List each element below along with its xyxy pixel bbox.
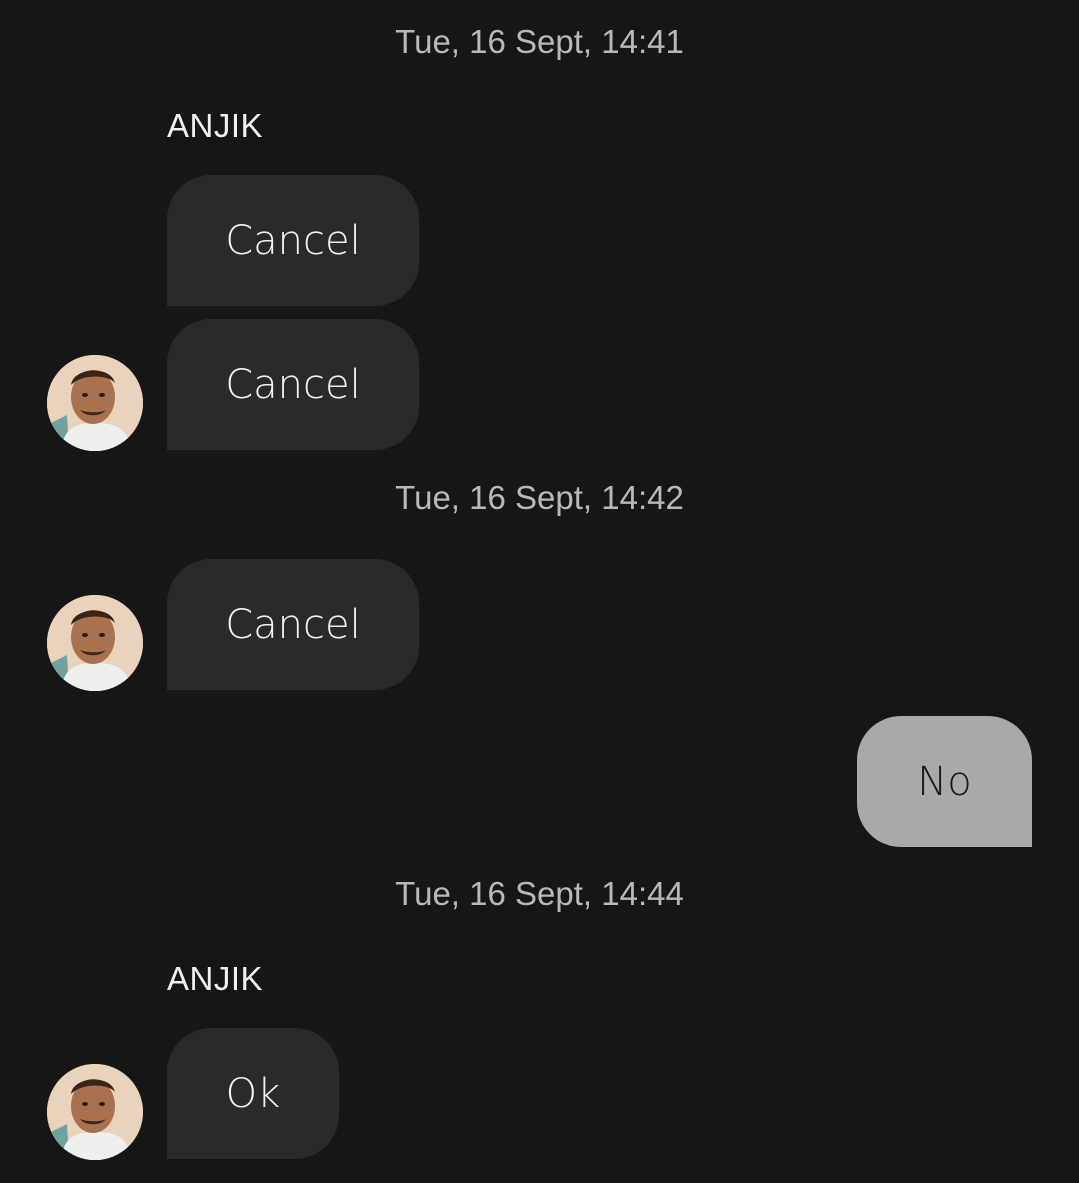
avatar-photo-icon bbox=[47, 1064, 143, 1160]
timestamp: Tue, 16 Sept, 14:41 bbox=[395, 23, 684, 60]
avatar-photo-icon bbox=[47, 595, 143, 691]
incoming-message-bubble[interactable]: Cancel bbox=[167, 559, 419, 690]
avatar-photo-icon bbox=[47, 355, 143, 451]
timestamp: Tue, 16 Sept, 14:42 bbox=[395, 479, 684, 516]
incoming-message-bubble[interactable]: Ok bbox=[167, 1028, 339, 1159]
contact-avatar[interactable] bbox=[47, 595, 143, 691]
outgoing-message-bubble[interactable]: No bbox=[857, 716, 1032, 847]
sender-name: ANJIK bbox=[167, 107, 264, 144]
sender-name: ANJIK bbox=[167, 960, 264, 997]
incoming-message-bubble[interactable]: Cancel bbox=[167, 319, 419, 450]
contact-avatar[interactable] bbox=[47, 1064, 143, 1160]
timestamp: Tue, 16 Sept, 14:44 bbox=[395, 875, 684, 912]
contact-avatar[interactable] bbox=[47, 355, 143, 451]
incoming-message-bubble[interactable]: Cancel bbox=[167, 175, 419, 306]
